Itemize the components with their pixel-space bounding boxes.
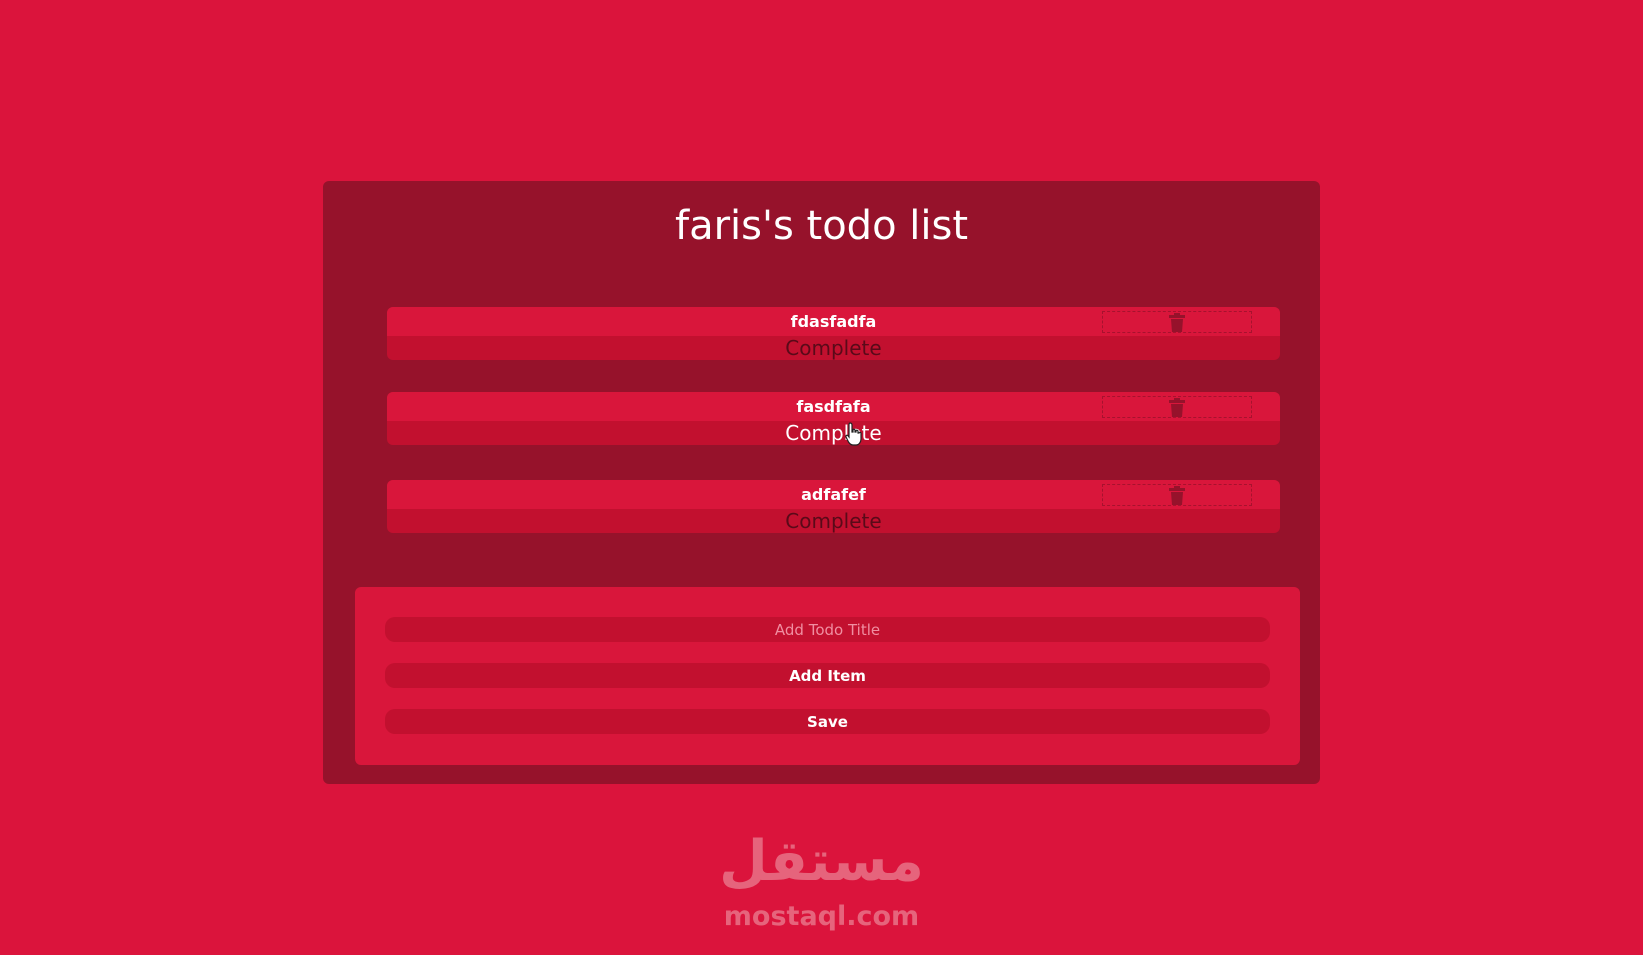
watermark-logo: مستقل [719,829,924,894]
save-button[interactable]: Save [385,709,1270,734]
add-item-button[interactable]: Add Item [385,663,1270,688]
todo-item-header: fasdfafa [387,392,1280,421]
complete-button[interactable]: Complete [387,336,1280,360]
delete-button[interactable] [1102,484,1252,506]
todo-item: fasdfafa Complete [387,392,1280,445]
todo-title-input[interactable] [385,617,1270,642]
todo-item: adfafef Complete [387,480,1280,533]
todo-item-header: fdasfadfa [387,307,1280,336]
complete-button[interactable]: Complete [387,421,1280,445]
add-todo-form: Add Item Save [355,587,1300,765]
delete-button[interactable] [1102,396,1252,418]
trash-icon [1169,486,1185,505]
trash-icon [1169,398,1185,417]
complete-button[interactable]: Complete [387,509,1280,533]
delete-button[interactable] [1102,311,1252,333]
watermark-url: mostaql.com [723,901,920,932]
todo-item: fdasfadfa Complete [387,307,1280,360]
trash-icon [1169,313,1185,332]
pointer-hand-icon [845,422,862,446]
todo-panel: faris's todo list fdasfadfa Complete fas… [323,181,1320,784]
todo-item-header: adfafef [387,480,1280,509]
page-title: faris's todo list [674,203,969,249]
